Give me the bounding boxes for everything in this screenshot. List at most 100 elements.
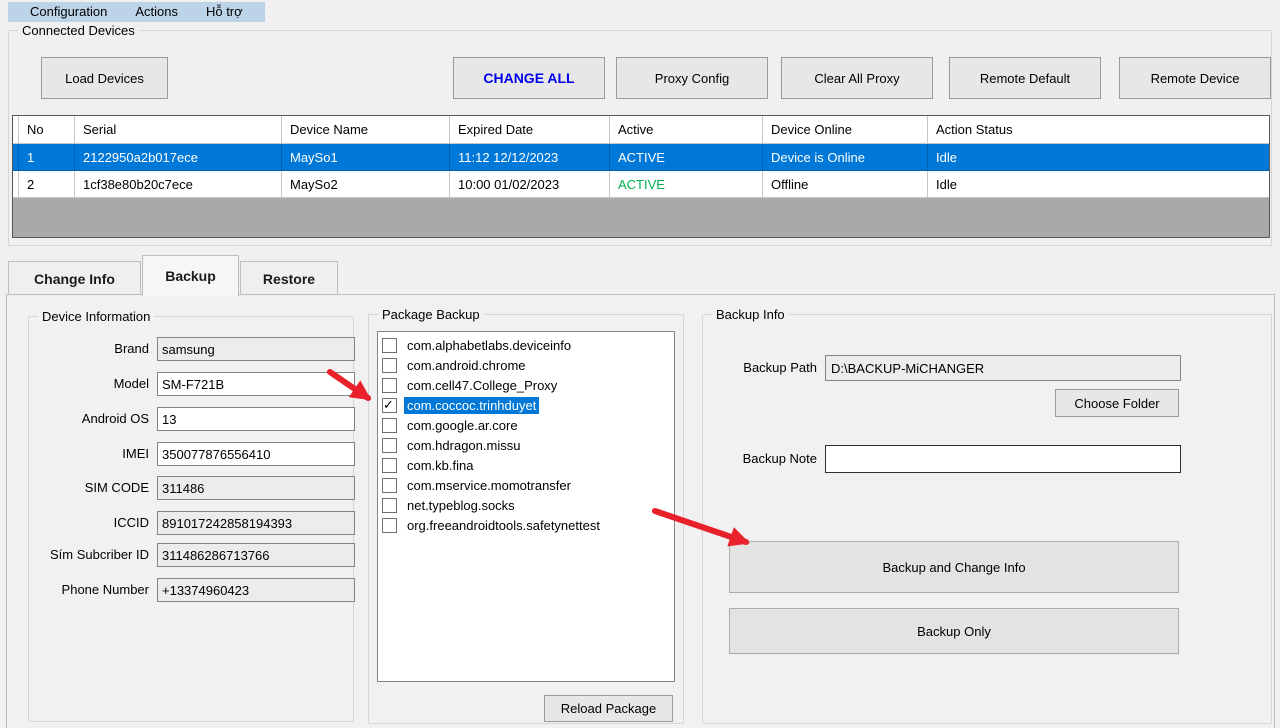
- sim-subscriber-id-field[interactable]: [157, 543, 355, 567]
- sim-subscriber-id-label: Sím Subcriber ID: [29, 543, 149, 567]
- menu-bar: Configuration Actions Hỗ trợ: [8, 2, 265, 22]
- field-row-brand: Brand: [29, 337, 353, 361]
- list-item[interactable]: com.alphabetlabs.deviceinfo: [378, 335, 674, 355]
- iccid-label: ICCID: [29, 511, 149, 535]
- cell-device-online: Device is Online: [763, 144, 928, 171]
- devices-table: No Serial Device Name Expired Date Activ…: [12, 115, 1270, 238]
- list-item[interactable]: org.freeandroidtools.safetynettest: [378, 515, 674, 535]
- package-name: com.google.ar.core: [404, 417, 521, 434]
- menu-item-actions[interactable]: Actions: [121, 2, 192, 22]
- menu-item-configuration[interactable]: Configuration: [16, 2, 121, 22]
- checkbox-checked-icon[interactable]: [382, 398, 397, 413]
- list-item[interactable]: com.coccoc.trinhduyet: [378, 395, 674, 415]
- cell-action-status: Idle: [928, 171, 1269, 198]
- list-item[interactable]: com.mservice.momotransfer: [378, 475, 674, 495]
- checkbox-unchecked-icon[interactable]: [382, 498, 397, 513]
- column-header-device-name[interactable]: Device Name: [282, 116, 450, 144]
- tab-backup[interactable]: Backup: [142, 255, 239, 296]
- checkbox-unchecked-icon[interactable]: [382, 378, 397, 393]
- cell-active: ACTIVE: [610, 144, 763, 171]
- package-name: com.cell47.College_Proxy: [404, 377, 560, 394]
- iccid-field[interactable]: [157, 511, 355, 535]
- devices-table-header: No Serial Device Name Expired Date Activ…: [13, 116, 1269, 144]
- checkbox-unchecked-icon[interactable]: [382, 458, 397, 473]
- android-os-label: Android OS: [29, 407, 149, 431]
- list-item[interactable]: com.google.ar.core: [378, 415, 674, 435]
- package-name: com.hdragon.missu: [404, 437, 523, 454]
- cell-active: ACTIVE: [610, 171, 763, 198]
- checkbox-unchecked-icon[interactable]: [382, 418, 397, 433]
- list-item[interactable]: net.typeblog.socks: [378, 495, 674, 515]
- package-name: com.kb.fina: [404, 457, 476, 474]
- column-header-device-online[interactable]: Device Online: [763, 116, 928, 144]
- package-name: net.typeblog.socks: [404, 497, 518, 514]
- phone-number-field[interactable]: [157, 578, 355, 602]
- column-header-expired-date[interactable]: Expired Date: [450, 116, 610, 144]
- tab-restore[interactable]: Restore: [240, 261, 338, 295]
- backup-note-field[interactable]: [825, 445, 1181, 473]
- backup-path-field[interactable]: [825, 355, 1181, 381]
- remote-default-button[interactable]: Remote Default: [949, 57, 1101, 99]
- backup-info-title: Backup Info: [712, 307, 789, 322]
- model-field[interactable]: [157, 372, 355, 396]
- checkbox-unchecked-icon[interactable]: [382, 438, 397, 453]
- cell-no: 1: [19, 144, 75, 171]
- device-information-title: Device Information: [38, 309, 154, 324]
- menu-item-support[interactable]: Hỗ trợ: [192, 2, 257, 22]
- column-header-no[interactable]: No: [19, 116, 75, 144]
- package-name: org.freeandroidtools.safetynettest: [404, 517, 603, 534]
- backup-and-change-info-button[interactable]: Backup and Change Info: [729, 541, 1179, 593]
- change-all-button[interactable]: CHANGE ALL: [453, 57, 605, 99]
- field-row-phone-number: Phone Number: [29, 578, 353, 602]
- backup-path-label: Backup Path: [727, 355, 817, 381]
- list-item[interactable]: com.kb.fina: [378, 455, 674, 475]
- field-row-iccid: ICCID: [29, 511, 353, 535]
- field-row-android-os: Android OS: [29, 407, 353, 431]
- model-label: Model: [29, 372, 149, 396]
- connected-devices-title: Connected Devices: [18, 23, 139, 38]
- field-row-model: Model: [29, 372, 353, 396]
- remote-device-button[interactable]: Remote Device: [1119, 57, 1271, 99]
- load-devices-button[interactable]: Load Devices: [41, 57, 168, 99]
- package-name: com.mservice.momotransfer: [404, 477, 574, 494]
- sim-code-field[interactable]: [157, 476, 355, 500]
- column-header-serial[interactable]: Serial: [75, 116, 282, 144]
- backup-only-button[interactable]: Backup Only: [729, 608, 1179, 654]
- table-row[interactable]: 1 2122950a2b017ece MaySo1 11:12 12/12/20…: [13, 144, 1269, 171]
- cell-device-name: MaySo2: [282, 171, 450, 198]
- cell-serial: 1cf38e80b20c7ece: [75, 171, 282, 198]
- reload-package-button[interactable]: Reload Package: [544, 695, 673, 722]
- imei-field[interactable]: [157, 442, 355, 466]
- choose-folder-button[interactable]: Choose Folder: [1055, 389, 1179, 417]
- android-os-field[interactable]: [157, 407, 355, 431]
- checkbox-unchecked-icon[interactable]: [382, 518, 397, 533]
- backup-note-label: Backup Note: [727, 446, 817, 472]
- cell-action-status: Idle: [928, 144, 1269, 171]
- package-backup-group: Package Backup com.alphabetlabs.devicein…: [368, 314, 684, 724]
- brand-label: Brand: [29, 337, 149, 361]
- proxy-config-button[interactable]: Proxy Config: [616, 57, 768, 99]
- checkbox-unchecked-icon[interactable]: [382, 338, 397, 353]
- phone-number-label: Phone Number: [29, 578, 149, 602]
- list-item[interactable]: com.hdragon.missu: [378, 435, 674, 455]
- list-item[interactable]: com.android.chrome: [378, 355, 674, 375]
- package-name: com.alphabetlabs.deviceinfo: [404, 337, 574, 354]
- field-row-imei: IMEI: [29, 442, 353, 466]
- cell-serial: 2122950a2b017ece: [75, 144, 282, 171]
- sim-code-label: SIM CODE: [29, 476, 149, 500]
- list-item[interactable]: com.cell47.College_Proxy: [378, 375, 674, 395]
- package-list: com.alphabetlabs.deviceinfo com.android.…: [377, 331, 675, 682]
- clear-all-proxy-button[interactable]: Clear All Proxy: [781, 57, 933, 99]
- backup-info-group: Backup Info Backup Path Choose Folder Ba…: [702, 314, 1272, 724]
- cell-expired-date: 10:00 01/02/2023: [450, 171, 610, 198]
- column-header-action-status[interactable]: Action Status: [928, 116, 1269, 144]
- tab-change-info[interactable]: Change Info: [8, 261, 141, 295]
- package-backup-title: Package Backup: [378, 307, 484, 322]
- table-row[interactable]: 2 1cf38e80b20c7ece MaySo2 10:00 01/02/20…: [13, 171, 1269, 198]
- column-header-active[interactable]: Active: [610, 116, 763, 144]
- package-name: com.android.chrome: [404, 357, 529, 374]
- checkbox-unchecked-icon[interactable]: [382, 478, 397, 493]
- brand-field[interactable]: [157, 337, 355, 361]
- field-row-sim-subscriber-id: Sím Subcriber ID: [29, 543, 353, 567]
- checkbox-unchecked-icon[interactable]: [382, 358, 397, 373]
